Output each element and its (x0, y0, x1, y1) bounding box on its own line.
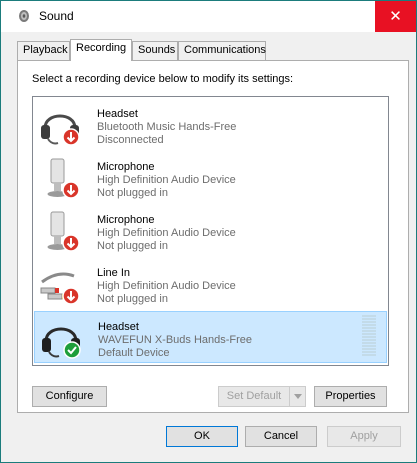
close-button[interactable]: ✕ (375, 1, 416, 32)
tab-sounds[interactable]: Sounds (132, 41, 178, 60)
device-description: High Definition Audio Device (97, 174, 236, 186)
device-name: Microphone (97, 214, 155, 226)
line-in-cable-icon (40, 272, 80, 305)
microphone-icon (47, 211, 80, 252)
instruction-text: Select a recording device below to modif… (32, 73, 294, 85)
cancel-button[interactable]: Cancel (245, 426, 317, 447)
tab-playback[interactable]: Playback (17, 41, 70, 60)
device-status: Default Device (98, 347, 170, 359)
title-bar: Sound ✕ (1, 1, 416, 32)
device-item-headset-bluetooth[interactable]: Headset Bluetooth Music Hands-Free Disco… (34, 99, 387, 151)
recording-panel: Select a recording device below to modif… (17, 60, 409, 413)
device-status: Disconnected (97, 134, 164, 146)
unplugged-badge-icon (62, 128, 80, 146)
device-name: Headset (97, 108, 138, 120)
window-title: Sound (39, 9, 74, 23)
level-meter (362, 315, 376, 359)
tab-communications[interactable]: Communications (178, 41, 266, 60)
chevron-down-icon[interactable] (289, 387, 305, 406)
headset-icon (42, 327, 81, 359)
default-device-check-icon (63, 341, 81, 359)
configure-button[interactable]: Configure (32, 386, 107, 407)
apply-button[interactable]: Apply (327, 426, 401, 447)
device-list[interactable]: Headset Bluetooth Music Hands-Free Disco… (32, 96, 389, 366)
device-status: Not plugged in (97, 293, 168, 305)
set-default-button[interactable]: Set Default (218, 386, 306, 407)
device-description: High Definition Audio Device (97, 280, 236, 292)
properties-button[interactable]: Properties (314, 386, 387, 407)
device-item-line-in[interactable]: Line In High Definition Audio Device Not… (34, 258, 387, 310)
headset-icon (41, 114, 80, 146)
sound-dialog: Sound ✕ Playback Recording Sounds Commun… (0, 0, 417, 463)
speaker-icon (19, 10, 29, 22)
device-description: High Definition Audio Device (97, 227, 236, 239)
tab-recording[interactable]: Recording (70, 39, 132, 61)
set-default-label: Set Default (226, 390, 282, 402)
device-item-microphone-2[interactable]: Microphone High Definition Audio Device … (34, 205, 387, 257)
unplugged-badge-icon (62, 181, 80, 199)
device-name: Line In (97, 267, 131, 279)
device-item-microphone-1[interactable]: Microphone High Definition Audio Device … (34, 152, 387, 204)
device-name: Microphone (97, 161, 155, 173)
device-name: Headset (98, 321, 139, 333)
device-description: Bluetooth Music Hands-Free (97, 121, 237, 133)
ok-button[interactable]: OK (166, 426, 238, 447)
unplugged-badge-icon (62, 287, 80, 305)
device-item-headset-wavefun[interactable]: Headset WAVEFUN X-Buds Hands-Free Defaul… (34, 311, 387, 363)
unplugged-badge-icon (62, 234, 80, 252)
microphone-icon (47, 158, 80, 199)
device-description: WAVEFUN X-Buds Hands-Free (98, 334, 253, 346)
device-status: Not plugged in (97, 240, 168, 252)
device-status: Not plugged in (97, 187, 168, 199)
